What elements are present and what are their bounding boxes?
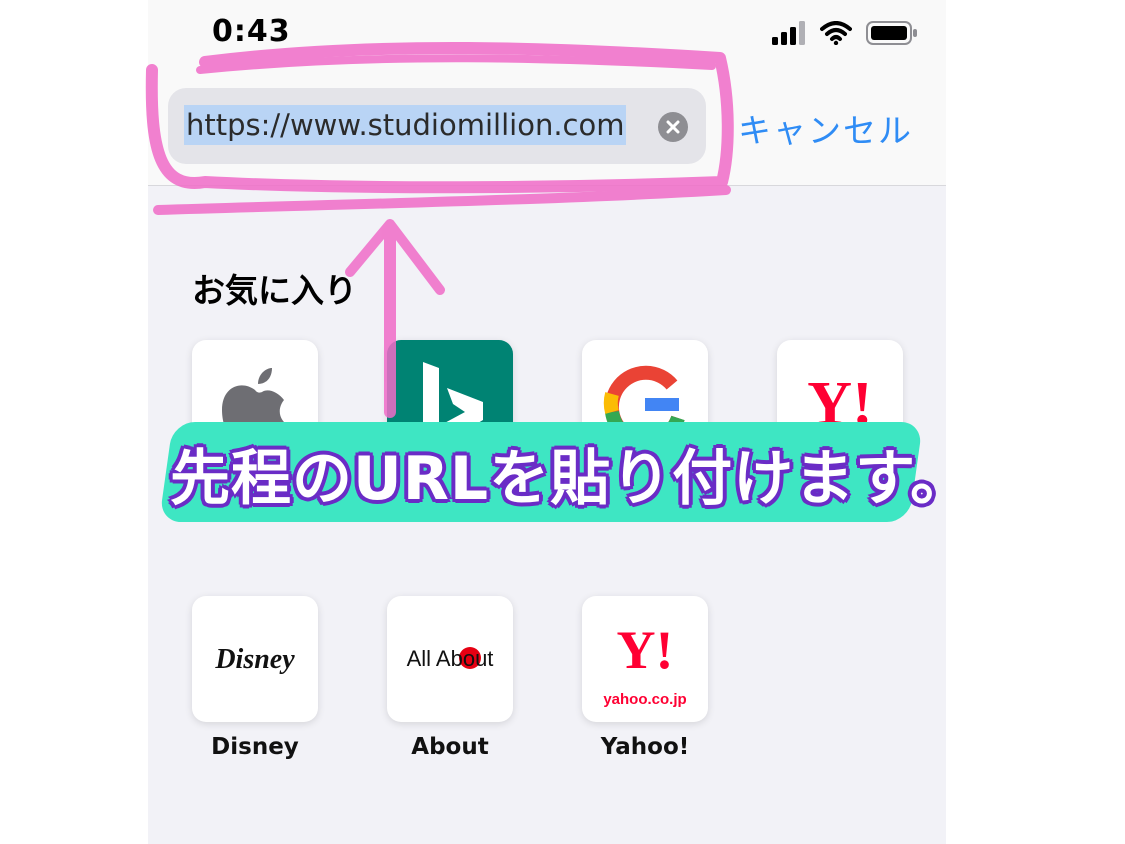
disney-logo-icon: Disney xyxy=(214,644,295,675)
favorite-allabout[interactable]: All About xyxy=(387,596,513,722)
clear-icon[interactable] xyxy=(658,112,688,142)
favorite-disney[interactable]: Disney xyxy=(192,596,318,722)
cancel-button[interactable]: キャンセル xyxy=(738,104,913,152)
svg-text:yahoo.co.jp: yahoo.co.jp xyxy=(603,691,686,708)
cellular-signal-icon xyxy=(772,21,805,45)
status-time: 0:43 xyxy=(212,14,291,49)
favorite-label-about: About xyxy=(411,734,489,760)
favorite-label-disney: Disney xyxy=(211,734,299,760)
wifi-icon xyxy=(820,21,852,45)
favorite-yahoo-2[interactable]: Y! yahoo.co.jp xyxy=(582,596,708,722)
battery-icon xyxy=(866,21,917,45)
safari-top-bar: 0:43 https://www.studiomillion.com キャンセル xyxy=(148,0,946,186)
annotation-caption: 先程のURLを貼り付けます。 xyxy=(170,444,972,514)
favorites-heading: お気に入り xyxy=(192,271,357,310)
favorite-label-yahoo: Yahoo! xyxy=(600,734,690,760)
svg-text:Disney: Disney xyxy=(214,644,295,675)
svg-text:Y!: Y! xyxy=(617,620,674,680)
address-bar[interactable]: https://www.studiomillion.com xyxy=(168,88,706,164)
svg-text:All About: All About xyxy=(407,646,494,671)
yahoo-logo-icon: Y! yahoo.co.jp xyxy=(603,620,686,708)
url-input[interactable]: https://www.studiomillion.com xyxy=(184,105,627,145)
status-icons xyxy=(772,20,918,46)
allabout-logo-icon: All About xyxy=(407,646,494,671)
